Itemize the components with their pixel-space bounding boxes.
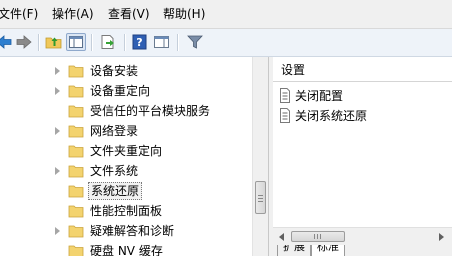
tree-item-label: 疑难解答和诊断 bbox=[90, 224, 175, 238]
export-list-icon bbox=[101, 35, 114, 49]
folder-icon bbox=[68, 65, 84, 78]
setting-item[interactable]: 关闭系统还原 bbox=[279, 107, 449, 125]
help-icon: ? bbox=[132, 34, 147, 50]
folder-icon bbox=[68, 245, 84, 256]
expand-arrow-icon[interactable] bbox=[55, 227, 60, 235]
tree-item-label: 受信任的平台模块服务 bbox=[90, 104, 211, 118]
console-tree: 设备安装 设备重定向 受信任的平台模块服务 网络登录 文件夹重定向 文件系统 系… bbox=[0, 57, 268, 256]
tree-item[interactable]: 硬盘 NV 缓存 bbox=[0, 241, 252, 256]
tree-item[interactable]: 设备安装 bbox=[0, 61, 252, 81]
menu-help[interactable]: 帮助(H) bbox=[163, 6, 205, 22]
scroll-left-icon[interactable] bbox=[279, 233, 284, 241]
tree-vertical-scrollbar[interactable] bbox=[252, 57, 269, 256]
tab-extended[interactable]: 扩展 bbox=[277, 245, 311, 256]
export-list-button[interactable] bbox=[98, 33, 118, 51]
scroll-right-icon[interactable] bbox=[439, 233, 444, 241]
filter-button[interactable] bbox=[185, 33, 205, 51]
properties-pane-icon bbox=[154, 36, 169, 48]
tree-item[interactable]: 受信任的平台模块服务 bbox=[0, 101, 252, 121]
tree-item[interactable]: 文件系统 bbox=[0, 161, 252, 181]
folder-icon bbox=[68, 105, 84, 118]
expand-arrow-icon[interactable] bbox=[55, 127, 60, 135]
tree-item-selected[interactable]: 系统还原 bbox=[0, 181, 252, 201]
filter-icon bbox=[187, 35, 203, 49]
folder-icon bbox=[68, 165, 84, 178]
expand-arrow-icon[interactable] bbox=[55, 67, 60, 75]
up-one-level-button[interactable] bbox=[44, 33, 64, 51]
show-hide-action-pane-button[interactable] bbox=[152, 33, 172, 51]
tree-item-label: 系统还原 bbox=[88, 182, 143, 200]
menu-view[interactable]: 查看(V) bbox=[108, 6, 150, 22]
menu-file[interactable]: 文件(F) bbox=[0, 6, 38, 22]
toolbar: ? bbox=[0, 29, 452, 57]
tree-item-label: 文件系统 bbox=[90, 164, 139, 178]
setting-item-label: 关闭配置 bbox=[295, 89, 344, 103]
tree-item-label: 网络登录 bbox=[90, 124, 139, 138]
back-button[interactable] bbox=[0, 33, 14, 51]
tree-item-label: 设备安装 bbox=[90, 64, 139, 78]
folder-icon bbox=[68, 205, 84, 218]
tree-item[interactable]: 网络登录 bbox=[0, 121, 252, 141]
policy-setting-icon bbox=[280, 88, 290, 103]
tab-standard[interactable]: 标准 bbox=[311, 245, 345, 256]
help-button[interactable]: ? bbox=[130, 33, 150, 51]
folder-icon bbox=[68, 85, 84, 98]
show-hide-tree-icon bbox=[69, 36, 83, 48]
column-header-label: 设置 bbox=[281, 63, 306, 77]
policy-setting-icon bbox=[280, 108, 290, 123]
folder-icon bbox=[68, 185, 84, 198]
forward-button[interactable] bbox=[14, 33, 34, 51]
tree-item-label: 性能控制面板 bbox=[90, 204, 163, 218]
view-tabs: 扩展 标准 bbox=[273, 245, 452, 256]
menu-action[interactable]: 操作(A) bbox=[52, 6, 94, 22]
tree-item-label: 文件夹重定向 bbox=[90, 144, 163, 158]
scrollbar-thumb[interactable] bbox=[291, 231, 345, 242]
tree-item[interactable]: 文件夹重定向 bbox=[0, 141, 252, 161]
column-header-settings[interactable]: 设置 bbox=[273, 57, 452, 82]
tree-item[interactable]: 性能控制面板 bbox=[0, 201, 252, 221]
forward-arrow-icon bbox=[16, 35, 32, 49]
show-hide-console-tree-button[interactable] bbox=[66, 33, 86, 51]
folder-icon bbox=[68, 225, 84, 238]
tree-item-label: 硬盘 NV 缓存 bbox=[90, 244, 163, 256]
setting-item[interactable]: 关闭配置 bbox=[279, 87, 449, 105]
tree-item-label: 设备重定向 bbox=[90, 84, 151, 98]
tree-item[interactable]: 疑难解答和诊断 bbox=[0, 221, 252, 241]
back-arrow-icon bbox=[0, 35, 12, 49]
scrollbar-thumb[interactable] bbox=[255, 181, 266, 214]
expand-arrow-icon[interactable] bbox=[55, 167, 60, 175]
folder-icon bbox=[68, 125, 84, 138]
expand-arrow-icon[interactable] bbox=[55, 87, 60, 95]
setting-item-label: 关闭系统还原 bbox=[295, 109, 368, 123]
svg-text:?: ? bbox=[136, 36, 142, 49]
menu-bar: 文件(F) 操作(A) 查看(V) 帮助(H) bbox=[0, 0, 452, 29]
folder-icon bbox=[68, 145, 84, 158]
tree-item[interactable]: 设备重定向 bbox=[0, 81, 252, 101]
up-folder-icon bbox=[45, 37, 62, 49]
details-horizontal-scrollbar[interactable] bbox=[273, 227, 452, 245]
